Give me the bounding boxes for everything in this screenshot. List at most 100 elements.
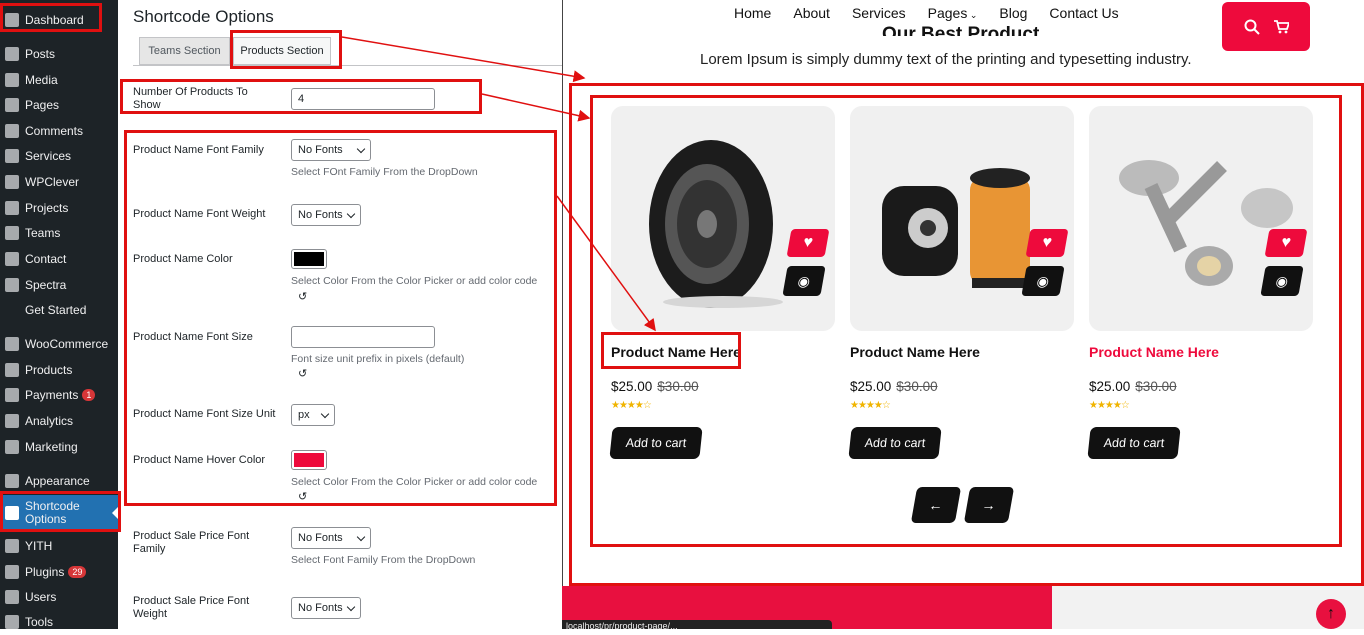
sidebar-item-marketing[interactable]: Marketing (0, 434, 118, 460)
sale-font-weight-label: Product Sale Price Font Weight (133, 595, 250, 620)
color-swatch (294, 252, 324, 266)
nav-about[interactable]: About (793, 5, 830, 21)
sidebar-item-shortcode-options[interactable]: Shortcode Options (0, 495, 118, 531)
sidebar-item-pages[interactable]: Pages (0, 92, 118, 118)
quick-view-eye-icon[interactable]: ◉ (782, 266, 826, 296)
name-font-weight-select[interactable]: No Fonts (291, 204, 361, 226)
sidebar-item-plugins[interactable]: Plugins 29 (0, 559, 118, 585)
name-hover-color-label: Product Name Hover Color (133, 454, 266, 466)
old-price: $30.00 (1135, 379, 1177, 394)
sidebar-item-users[interactable]: Users (0, 584, 118, 610)
select-value: No Fonts (298, 602, 343, 614)
name-hover-color-picker[interactable] (291, 450, 327, 470)
product-name[interactable]: Product Name Here (850, 344, 980, 360)
old-price: $30.00 (657, 379, 699, 394)
tab-teams-section[interactable]: Teams Section (139, 37, 230, 65)
yith-icon (5, 539, 19, 553)
nav-contact[interactable]: Contact Us (1049, 5, 1118, 21)
help-text: Font size unit prefix in pixels (default… (291, 353, 465, 365)
nav-home[interactable]: Home (734, 5, 771, 21)
mail-icon (5, 252, 19, 266)
num-products-label: Number Of Products To Show (133, 86, 248, 111)
folder-icon (5, 226, 19, 240)
chevron-down-icon (346, 602, 356, 611)
divider (562, 0, 563, 629)
status-url: localhost/pr/product-page/... (562, 620, 832, 629)
old-price: $30.00 (896, 379, 938, 394)
oil-filter-image (882, 168, 1030, 288)
reset-icon[interactable]: ↺ (298, 290, 307, 303)
sidebar-item-posts[interactable]: Posts (0, 41, 118, 67)
chevron-down-icon: ⌄ (967, 10, 978, 20)
product-image[interactable] (611, 106, 835, 331)
megaphone-icon (5, 440, 19, 454)
tire-image (649, 140, 783, 308)
reset-icon[interactable]: ↺ (298, 367, 307, 380)
nav-pages[interactable]: Pages ⌄ (928, 5, 978, 21)
sidebar-item-spectra[interactable]: Spectra (0, 272, 118, 298)
product-image[interactable] (1089, 106, 1313, 331)
help-text: Select Color From the Color Picker or ad… (291, 476, 538, 488)
name-font-family-label: Product Name Font Family (133, 144, 264, 156)
brush-icon (5, 474, 19, 488)
spectra-icon (5, 278, 19, 292)
add-to-cart-button[interactable]: Add to cart (848, 427, 942, 459)
name-color-picker[interactable] (291, 249, 327, 269)
wishlist-heart-icon[interactable]: ♥ (1025, 229, 1069, 257)
name-font-size-unit-select[interactable]: px (291, 404, 335, 426)
sale-font-weight-select[interactable]: No Fonts (291, 597, 361, 619)
sidebar-item-appearance[interactable]: Appearance (0, 468, 118, 494)
quick-view-eye-icon[interactable]: ◉ (1260, 266, 1304, 296)
name-font-size-input[interactable] (291, 326, 435, 348)
nav-services[interactable]: Services (852, 5, 906, 21)
sidebar-item-projects[interactable]: Projects (0, 195, 118, 221)
carousel-next-arrow-icon[interactable]: → (963, 487, 1015, 523)
product-price: $25.00 $30.00 (611, 379, 699, 394)
cart-icon[interactable] (1273, 19, 1289, 34)
sidebar-item-products[interactable]: Products (0, 357, 118, 383)
chevron-down-icon (320, 409, 330, 418)
sidebar-item-woocommerce[interactable]: WooCommerce (0, 331, 118, 357)
scroll-to-top-arrow-icon[interactable]: ↑ (1316, 599, 1346, 629)
sidebar-item-comments[interactable]: Comments (0, 118, 118, 144)
add-to-cart-button[interactable]: Add to cart (1087, 427, 1181, 459)
sidebar-item-yith[interactable]: YITH (0, 533, 118, 559)
sidebar-item-tools[interactable]: Tools (0, 609, 118, 635)
product-name[interactable]: Product Name Here (1089, 344, 1219, 360)
sidebar-item-payments[interactable]: Payments 1 (0, 382, 118, 408)
sidebar-item-media[interactable]: Media (0, 67, 118, 93)
plug-icon (5, 565, 19, 579)
wishlist-heart-icon[interactable]: ♥ (786, 229, 830, 257)
product-image[interactable] (850, 106, 1074, 331)
name-font-size-unit-label: Product Name Font Size Unit (133, 408, 276, 420)
nav-blog[interactable]: Blog (999, 5, 1027, 21)
sidebar-item-teams[interactable]: Teams (0, 220, 118, 246)
help-text: Select Color From the Color Picker or ad… (291, 275, 538, 287)
sidebar-item-analytics[interactable]: Analytics (0, 408, 118, 434)
sale-price: $25.00 (1089, 379, 1131, 394)
sidebar-item-get-started[interactable]: Get Started (0, 297, 118, 323)
sidebar-item-contact[interactable]: Contact (0, 246, 118, 272)
wishlist-heart-icon[interactable]: ♥ (1264, 229, 1308, 257)
sidebar-item-services[interactable]: Services (0, 143, 118, 169)
search-icon[interactable] (1244, 19, 1260, 35)
sale-font-family-select[interactable]: No Fonts (291, 527, 371, 549)
sale-price: $25.00 (850, 379, 892, 394)
select-value: px (298, 409, 310, 421)
color-swatch (294, 453, 324, 467)
reset-icon[interactable]: ↺ (298, 490, 307, 503)
select-value: No Fonts (298, 532, 343, 544)
add-to-cart-button[interactable]: Add to cart (609, 427, 703, 459)
product-name[interactable]: Product Name Here (611, 344, 741, 360)
quick-view-eye-icon[interactable]: ◉ (1021, 266, 1065, 296)
page-title: Shortcode Options (133, 7, 274, 26)
sidebar-item-dashboard[interactable]: Dashboard (0, 7, 118, 33)
help-text: Select FOnt Family From the DropDown (291, 166, 478, 178)
media-icon (5, 73, 19, 87)
tab-products-section[interactable]: Products Section (233, 37, 331, 65)
name-font-family-select[interactable]: No Fonts (291, 139, 371, 161)
carousel-prev-arrow-icon[interactable]: ← (910, 487, 962, 523)
select-value: No Fonts (298, 209, 343, 221)
sidebar-item-wpclever[interactable]: WPClever (0, 169, 118, 195)
num-products-input[interactable]: 4 (291, 88, 435, 110)
